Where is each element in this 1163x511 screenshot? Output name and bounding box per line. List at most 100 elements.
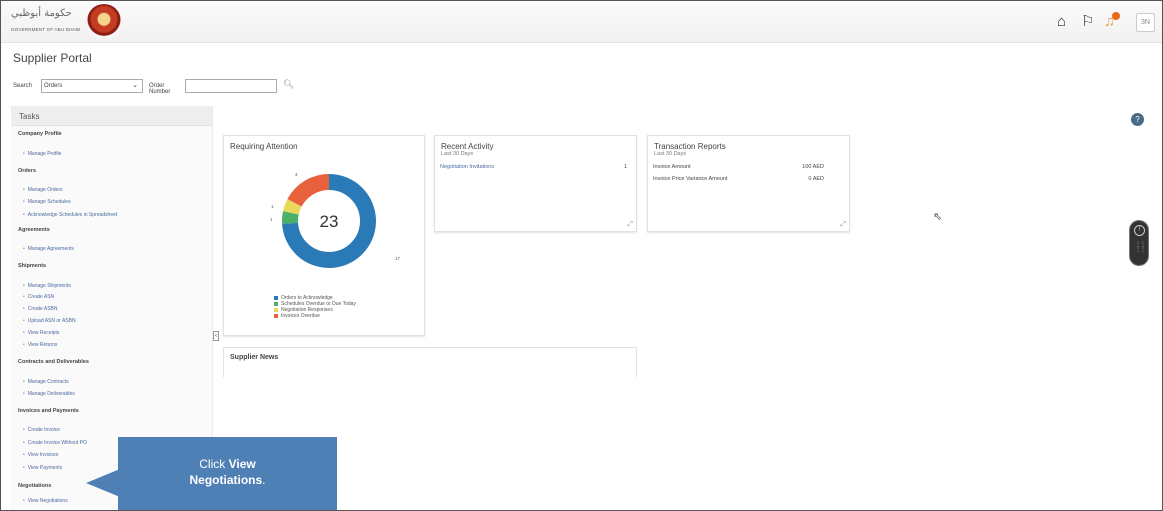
task-link[interactable]: • Create ASBN [23,306,58,312]
invoice-amount-label: Invoice Amount [653,164,691,170]
task-link[interactable]: • Manage Contracts [23,379,69,385]
recent-activity-title: Recent Activity [441,142,494,151]
requiring-attention-title: Requiring Attention [230,142,298,151]
keypad-icon[interactable]: ⋮⋮ ⋮⋮ [1135,242,1146,259]
search-icon[interactable]: 🔍︎ [283,79,294,90]
task-link[interactable]: • Manage Schedules [23,199,71,205]
bullet-icon: • [23,306,25,312]
bullet-icon: • [23,294,25,300]
task-section-title: Orders [18,168,37,174]
flag-icon[interactable]: ⚐ [1081,14,1094,29]
emblem-icon [87,4,121,38]
callout-bold1: View [228,457,256,471]
bullet-icon: • [23,283,25,289]
bullet-icon: • [23,465,25,471]
logo-english-text: GOVERNMENT OF ABU DHABI [11,27,81,32]
bullet-icon: • [23,330,25,336]
resize-icon[interactable]: ⤢ [627,221,633,228]
bullet-icon: • [23,391,25,397]
task-link-label: View Receipts [27,330,60,336]
bullet-icon: • [23,427,25,433]
task-link-label: Manage Schedules [27,199,71,205]
task-link[interactable]: • Manage Orders [23,187,63,193]
task-link[interactable]: • Create ASN [23,294,54,300]
task-link-label: View Invoices [27,452,59,458]
task-link-label: View Negotiations [27,498,68,504]
task-link[interactable]: • View Payments [23,465,62,471]
user-avatar[interactable]: 3N [1136,13,1155,32]
bullet-icon: • [23,151,25,157]
bullet-icon: • [23,212,25,218]
legend-swatch [274,301,278,306]
task-section-title: Shipments [18,263,47,269]
supplier-news-card: Supplier News [223,347,637,377]
government-logo[interactable]: حكومة أبوظبي GOVERNMENT OF ABU DHABI [9,4,121,38]
task-link[interactable]: • View Negotiations [23,498,68,504]
task-link[interactable]: • Create Invoice Without PO [23,440,87,446]
order-number-input[interactable] [185,79,277,93]
task-link[interactable]: • Manage Profile [23,151,61,157]
callout-line1: Click [199,457,229,471]
home-icon[interactable]: ⌂ [1057,14,1066,29]
order-number-label: Order Number [149,83,171,95]
invoice-amount-value: 100 AED [802,164,824,170]
task-link[interactable]: • View Receipts [23,330,59,336]
price-variance-value: 0 AED [808,176,824,182]
legend-label: Invoices Overdue [281,313,320,319]
supplier-news-title: Supplier News [230,354,279,361]
task-link-label: Create ASBN [27,306,58,312]
requiring-attention-card: Requiring Attention 23 17 1 1 4 Orders t… [223,135,425,336]
slice-label: 1 [270,217,273,222]
recent-activity-card: Recent Activity Last 30 Days Negotiation… [434,135,637,232]
task-link[interactable]: • Manage Deliverables [23,391,75,397]
task-link-label: Manage Deliverables [27,391,75,397]
negotiation-invitations-count: 1 [623,164,627,170]
bullet-icon: • [23,498,25,504]
task-section-title: Agreements [18,227,50,233]
task-link-label: Manage Orders [27,187,63,193]
instruction-callout: Click View Negotiations. [118,437,337,510]
help-icon[interactable]: ? [1131,113,1144,126]
task-link[interactable]: • Manage Agreements [23,246,74,252]
legend-entry: Invoices Overdue [274,313,320,319]
task-link[interactable]: • Create Invoice [23,427,60,433]
task-link[interactable]: • View Invoices [23,452,58,458]
task-link-label: Manage Contracts [27,379,69,385]
tasks-header: Tasks [11,106,212,126]
task-section-title: Negotiations [18,483,52,489]
task-link[interactable]: • Manage Shipments [23,283,71,289]
transaction-reports-subtitle: Last 30 Days [654,151,687,157]
transaction-reports-card: Transaction Reports Last 30 Days Invoice… [647,135,850,232]
transaction-reports-title: Transaction Reports [654,142,726,151]
collapse-panel-handle[interactable]: ‹ [213,331,219,341]
task-link-label: View Returns [27,342,58,348]
task-link[interactable]: • Upload ASN or ASBN [23,318,76,324]
resize-icon[interactable]: ⤢ [840,221,846,228]
notification-badge [1112,12,1120,20]
task-link-label: Acknowledge Schedules in Spreadsheet [27,212,118,218]
task-link[interactable]: • Acknowledge Schedules in Spreadsheet [23,212,117,218]
logo-arabic-text: حكومة أبوظبي [11,8,72,19]
task-link-label: Manage Profile [27,151,62,157]
bullet-icon: • [23,342,25,348]
price-variance-label: Invoice Price Variance Amount [653,176,728,182]
callout-text: Click View Negotiations. [118,456,337,488]
legend-swatch [274,295,278,300]
assistant-widget[interactable]: ! ⋮⋮ ⋮⋮ [1129,220,1149,266]
negotiation-invitations-link[interactable]: Negotiation Invitations [440,164,494,170]
legend-swatch [274,307,278,312]
bullet-icon: • [23,440,25,446]
bullet-icon: • [23,187,25,193]
search-type-value: Orders [44,83,63,89]
chevron-down-icon: ⌄ [132,82,138,89]
mouse-cursor-icon: ⇖ [933,211,943,223]
callout-end: . [262,473,266,487]
legend-swatch [274,313,278,318]
task-link-label: Manage Agreements [27,246,74,252]
task-link-label: Upload ASN or ASBN [27,318,76,324]
task-section-title: Contracts and Deliverables [18,359,89,365]
task-link[interactable]: • View Returns [23,342,57,348]
assistant-icon[interactable]: ! [1134,225,1145,236]
task-link-label: Create Invoice Without PO [27,440,87,446]
search-type-select[interactable]: Orders ⌄ [41,79,143,93]
